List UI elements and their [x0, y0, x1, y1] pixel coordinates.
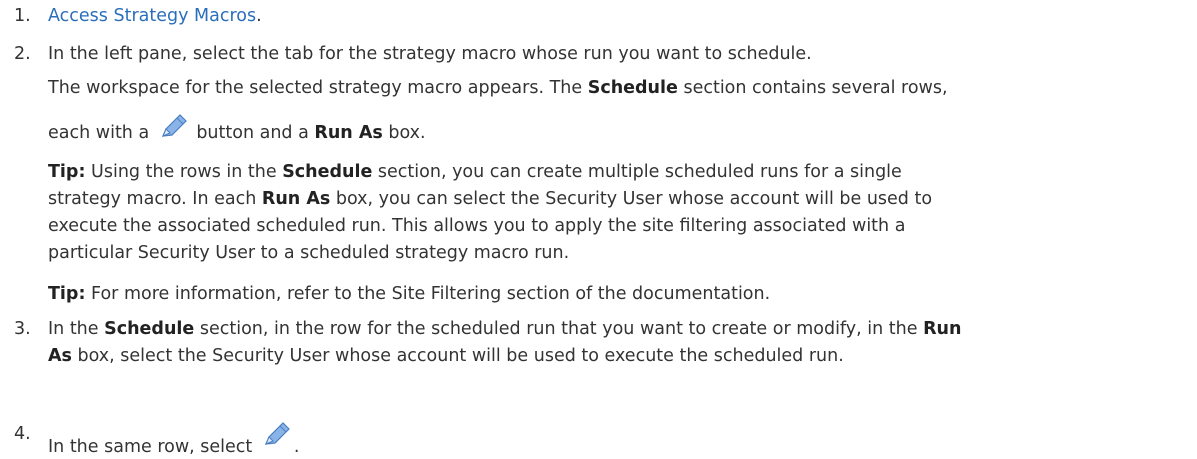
- tip-1-line-3: execute the associated scheduled run. Th…: [48, 216, 906, 236]
- tip-1-line-1: Tip: Using the rows in the Schedule sect…: [48, 162, 902, 182]
- step-number: 1.: [14, 6, 31, 26]
- step-4-text: In the same row, select .: [48, 420, 299, 457]
- procedure-steps: 1. Access Strategy Macros. 2. In the lef…: [0, 0, 1197, 459]
- schedule-label: Schedule: [587, 78, 678, 98]
- run-as-label: Run As: [314, 123, 383, 143]
- step-number: 4.: [14, 424, 31, 444]
- pencil-icon: [157, 112, 189, 142]
- tip-label: Tip:: [48, 162, 86, 182]
- tip-1-line-4: particular Security User to a scheduled …: [48, 243, 570, 263]
- step-number: 3.: [14, 319, 31, 339]
- tip-1-line-2: strategy macro. In each Run As box, you …: [48, 189, 933, 209]
- step-number: 2.: [14, 44, 31, 64]
- step-2-line-2: The workspace for the selected strategy …: [48, 78, 948, 98]
- tip-label: Tip:: [48, 284, 86, 304]
- step-2-line-3: each with a button and a Run As box.: [48, 112, 426, 143]
- step-3-line-2: As box, select the Security User whose a…: [48, 346, 844, 366]
- step-1-text: Access Strategy Macros.: [48, 6, 262, 26]
- step-3-line-1: In the Schedule section, in the row for …: [48, 319, 962, 339]
- step-2-line-1: In the left pane, select the tab for the…: [48, 44, 812, 64]
- pencil-icon: [260, 420, 292, 450]
- access-strategy-macros-link[interactable]: Access Strategy Macros: [48, 6, 256, 26]
- tip-2: Tip: For more information, refer to the …: [48, 284, 771, 304]
